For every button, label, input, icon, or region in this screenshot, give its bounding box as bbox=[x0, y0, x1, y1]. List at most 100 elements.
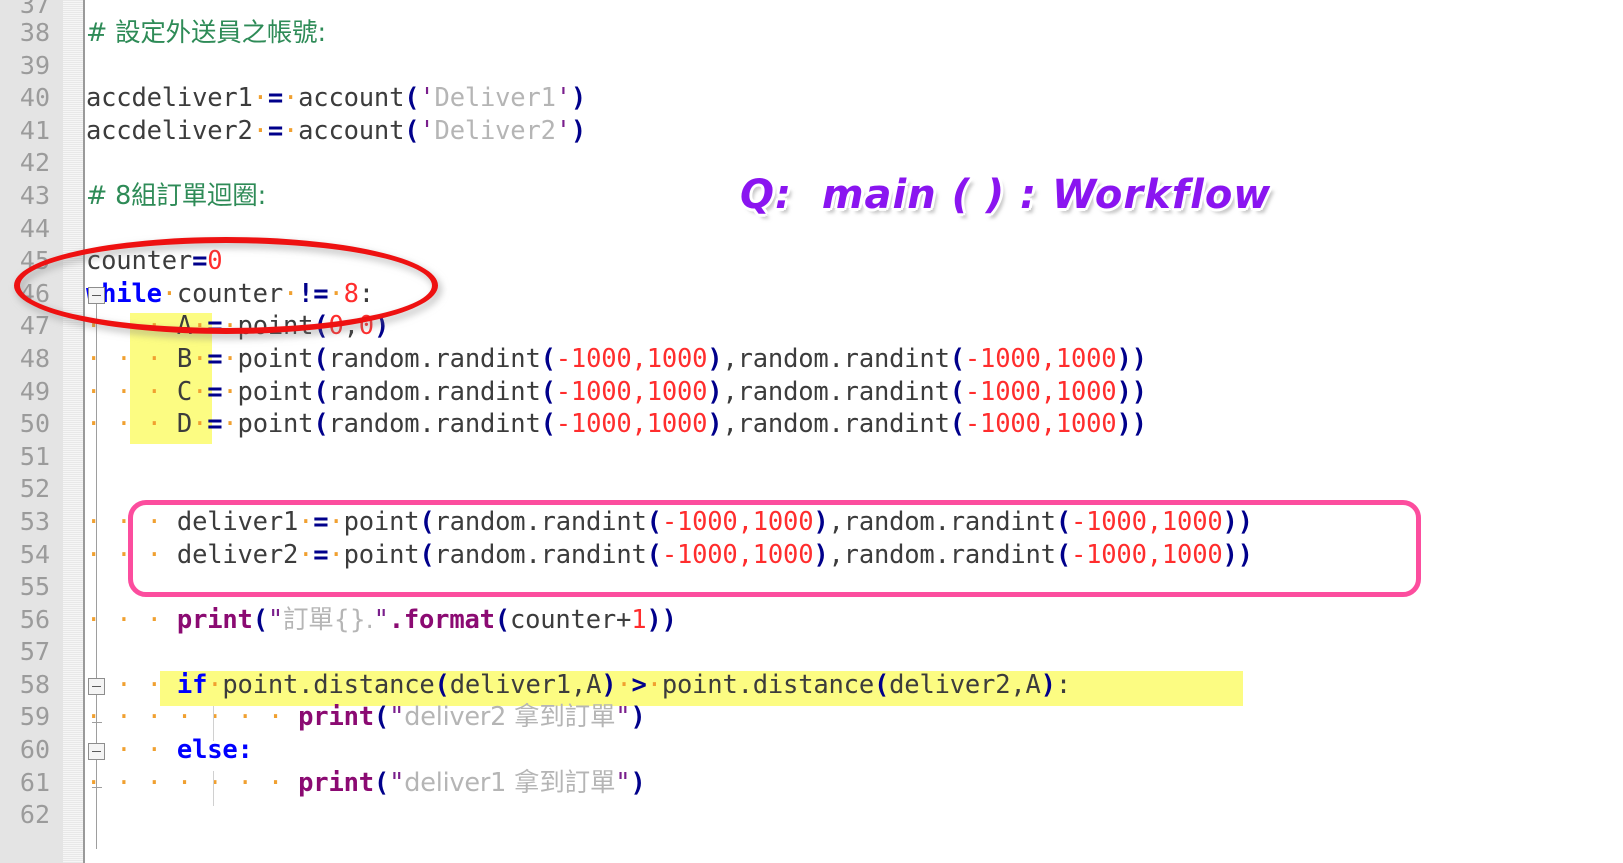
line-number: 40 bbox=[19, 83, 50, 113]
code-line-51[interactable] bbox=[86, 441, 1623, 474]
colon: : bbox=[1055, 669, 1071, 700]
paren-open: ( bbox=[494, 604, 510, 635]
comma: , bbox=[722, 409, 738, 440]
quote-open: ' bbox=[419, 115, 435, 146]
code-line-38[interactable]: # 設定外送員之帳號: bbox=[86, 17, 1623, 50]
line-number: 48 bbox=[19, 343, 50, 373]
function-point: point bbox=[237, 376, 314, 407]
line-number: 62 bbox=[19, 800, 50, 830]
whitespace-dot: · bbox=[616, 669, 632, 700]
whitespace-dot: · bbox=[252, 83, 268, 114]
paren-close: ) bbox=[601, 669, 617, 700]
function-point: point bbox=[237, 409, 314, 440]
comment-token: # 設定外送員之帳號: bbox=[86, 18, 326, 48]
line-number: 49 bbox=[19, 376, 50, 406]
gutter-divider bbox=[83, 0, 85, 863]
line-number: 47 bbox=[19, 311, 50, 341]
code-editor[interactable]: 37 38 39 40 41 42 43 44 45 46 47 48 49 5… bbox=[0, 0, 1623, 863]
comma: , bbox=[1010, 669, 1026, 700]
comma: , bbox=[631, 409, 647, 440]
whitespace-dots: · · · bbox=[86, 604, 177, 635]
number-one: 1 bbox=[631, 604, 647, 635]
line-number: 38 bbox=[19, 18, 50, 47]
code-line-62[interactable] bbox=[86, 799, 1623, 832]
line-number: 41 bbox=[19, 115, 50, 145]
whitespace-dot: · bbox=[222, 376, 238, 407]
operator-plus: + bbox=[616, 604, 632, 635]
comma: , bbox=[1040, 376, 1056, 407]
code-line-37[interactable] bbox=[86, 0, 1623, 17]
line-number: 55 bbox=[19, 572, 50, 602]
whitespace-dots: · · · · · · · bbox=[86, 702, 299, 733]
code-line-61[interactable]: · · · · · · · print("deliver1 拿到訂單") bbox=[86, 767, 1623, 800]
argument-A: A bbox=[586, 669, 602, 700]
string-deliver2-got-order: deliver2 拿到訂單 bbox=[404, 702, 616, 733]
whitespace-dot: · bbox=[192, 343, 208, 374]
keyword-else: else: bbox=[176, 735, 253, 766]
method-distance: point.distance bbox=[661, 669, 874, 700]
fold-marker-else[interactable] bbox=[88, 743, 105, 760]
function-point: point bbox=[237, 343, 314, 374]
identifier-accdeliver1: accdeliver1 bbox=[86, 83, 253, 114]
code-line-60[interactable]: · · · else: bbox=[86, 734, 1623, 767]
paren-close: ) bbox=[707, 376, 723, 407]
paren-open: ( bbox=[404, 115, 420, 146]
quote-close: ' bbox=[555, 115, 571, 146]
indent-guide-if-body bbox=[213, 706, 214, 741]
function-account: account bbox=[298, 115, 405, 146]
function-randint: random.randint bbox=[737, 376, 950, 407]
line-number: 57 bbox=[19, 637, 50, 667]
paren-close: )) bbox=[646, 604, 677, 635]
paren-open: ( bbox=[313, 376, 329, 407]
argument-A: A bbox=[1025, 669, 1041, 700]
paren-open: ( bbox=[949, 409, 965, 440]
paren-close: )) bbox=[1116, 376, 1147, 407]
argument-deliver1: deliver1 bbox=[449, 669, 571, 700]
whitespace-dot: · bbox=[283, 83, 299, 114]
quote-open: " bbox=[389, 767, 405, 798]
number-neg1000: -1000 bbox=[555, 376, 632, 407]
paren-open: ( bbox=[873, 669, 890, 700]
code-line-49[interactable]: · · · C·=·point(random.randint(-1000,100… bbox=[86, 376, 1623, 409]
number-1000: 1000 bbox=[1055, 343, 1117, 374]
paren-open: ( bbox=[540, 343, 556, 374]
code-line-56[interactable]: · · · print("訂單{}.".format(counter+1)) bbox=[86, 604, 1623, 637]
function-randint: random.randint bbox=[737, 343, 950, 374]
line-number: 59 bbox=[19, 702, 50, 732]
annotation-red-ellipse bbox=[14, 237, 438, 334]
paren-open: ( bbox=[313, 409, 329, 440]
code-line-48[interactable]: · · · B·=·point(random.randint(-1000,100… bbox=[86, 343, 1623, 376]
code-line-58[interactable]: · · · if·point.distance(deliver1,A)·>·po… bbox=[86, 669, 1623, 702]
code-content[interactable]: # 設定外送員之帳號: accdeliver1·=·account('Deliv… bbox=[86, 0, 1623, 832]
code-line-41[interactable]: accdeliver2·=·account('Deliver2') bbox=[86, 115, 1623, 148]
comma: , bbox=[722, 343, 738, 374]
whitespace-dot: · bbox=[207, 669, 223, 700]
paren-open: ( bbox=[313, 343, 329, 374]
line-number: 42 bbox=[19, 148, 50, 178]
code-line-40[interactable]: accdeliver1·=·account('Deliver1') bbox=[86, 82, 1623, 115]
function-print: print bbox=[298, 702, 374, 733]
function-randint: random.randint bbox=[328, 343, 541, 374]
line-number: 52 bbox=[19, 474, 50, 504]
operator-greater-than: > bbox=[631, 669, 647, 700]
line-number: 39 bbox=[19, 50, 50, 80]
paren-close: ) bbox=[707, 343, 723, 374]
paren-open: ( bbox=[373, 702, 390, 733]
line-number: 51 bbox=[19, 441, 50, 471]
method-format: .format bbox=[388, 604, 495, 635]
code-line-57[interactable] bbox=[86, 636, 1623, 669]
keyword-if: if bbox=[176, 669, 208, 700]
function-randint: random.randint bbox=[328, 376, 541, 407]
code-line-59[interactable]: · · · · · · · print("deliver2 拿到訂單") bbox=[86, 701, 1623, 734]
number-1000: 1000 bbox=[646, 376, 708, 407]
gutter-fold-strip[interactable] bbox=[63, 0, 83, 863]
paren-open: ( bbox=[540, 409, 556, 440]
code-line-50[interactable]: · · · D·=·point(random.randint(-1000,100… bbox=[86, 408, 1623, 441]
code-line-39[interactable] bbox=[86, 50, 1623, 83]
fold-marker-if[interactable] bbox=[88, 678, 105, 695]
number-1000: 1000 bbox=[646, 409, 708, 440]
number-neg1000: -1000 bbox=[555, 409, 632, 440]
comma: , bbox=[1040, 343, 1056, 374]
paren-open: ( bbox=[949, 343, 965, 374]
identifier-counter: counter bbox=[509, 604, 617, 635]
